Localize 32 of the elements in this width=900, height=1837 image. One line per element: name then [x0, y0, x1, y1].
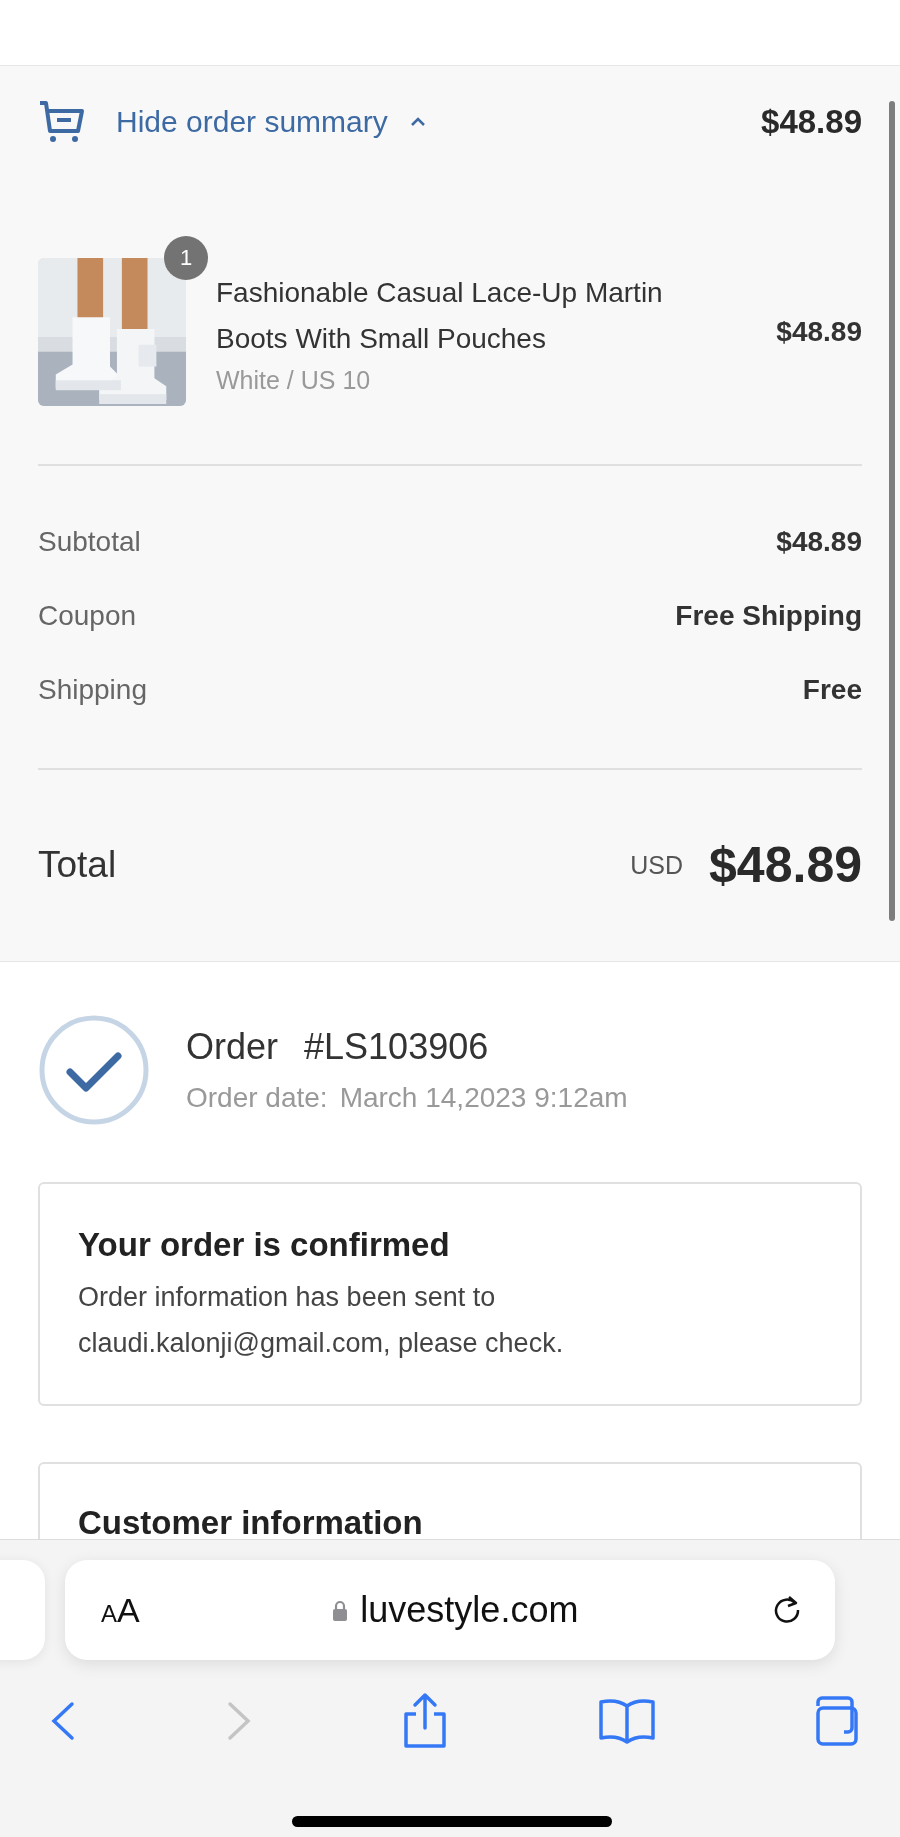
product-variant: White / US 10	[216, 365, 372, 395]
chevron-up-icon	[409, 117, 426, 127]
text-size-button[interactable]: AA	[101, 1590, 140, 1630]
cost-label: Subtotal	[38, 526, 141, 558]
cost-label: Coupon	[38, 600, 137, 632]
cost-value: Free Shipping	[675, 600, 862, 632]
product-title: Fashionable Casual Lace-Up Martin Boots With Small Pouches	[216, 275, 664, 356]
order-date-label: Order date:	[186, 1082, 328, 1114]
currency-code: USD	[630, 850, 684, 880]
order-label: Order	[186, 1026, 279, 1068]
customer-info-title: Customer information	[78, 1504, 424, 1542]
url-text: luvestyle.com	[360, 1589, 579, 1631]
quantity-badge: 1	[164, 236, 208, 280]
confirmation-message: Order information has been sent to claudi.kalonji@gmail.com, please check.	[78, 1281, 565, 1360]
back-icon[interactable]	[50, 1701, 76, 1741]
total-amount: $48.89	[709, 836, 862, 894]
address-bar[interactable]: AA luvestyle.com	[65, 1560, 835, 1660]
cost-label: Shipping	[38, 674, 147, 706]
cart-icon	[38, 100, 86, 144]
summary-total: $48.89	[761, 103, 862, 141]
product-price: $48.89	[776, 316, 862, 348]
confirmation-title: Your order is confirmed	[78, 1226, 451, 1264]
lock-icon	[332, 1599, 349, 1621]
book-icon[interactable]	[598, 1698, 656, 1744]
hide-order-summary-button[interactable]: Hide order summary	[38, 100, 426, 144]
order-number: #LS103906	[304, 1026, 489, 1068]
cost-value: $48.89	[776, 526, 862, 558]
order-date: March 14,2023 9:12am	[339, 1082, 628, 1114]
share-icon[interactable]	[402, 1692, 448, 1750]
total-label: Total	[38, 844, 118, 886]
cost-value: Free	[802, 674, 862, 706]
check-circle-icon	[38, 1014, 150, 1126]
